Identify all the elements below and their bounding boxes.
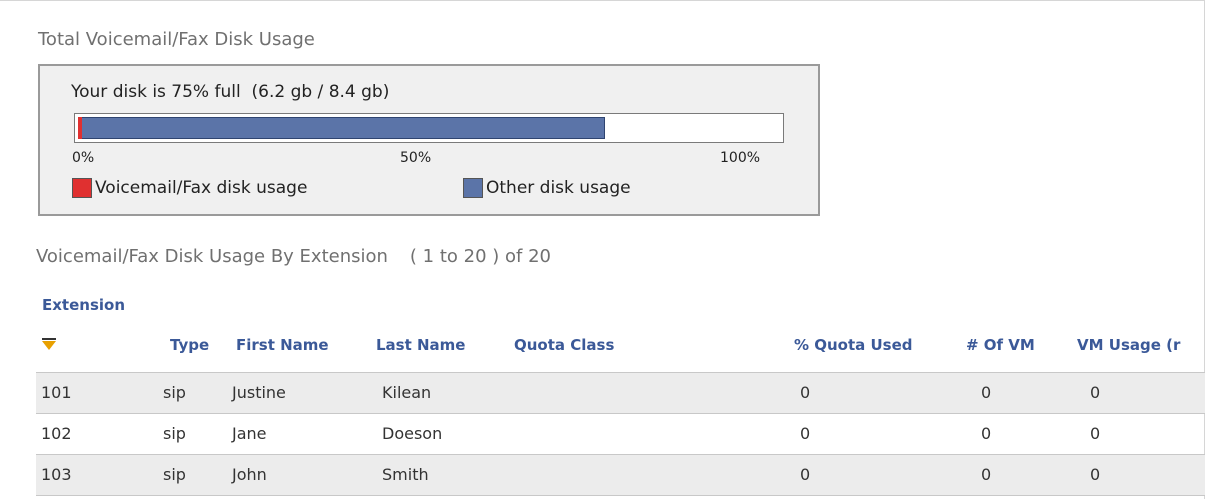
column-header-extension[interactable]: Extension: [42, 296, 125, 314]
cell-vm-usage: 0: [1090, 383, 1101, 402]
cell-first-name: Justine: [232, 383, 286, 402]
cell-last-name: Kilean: [382, 383, 432, 402]
extension-usage-title-text: Voicemail/Fax Disk Usage By Extension: [36, 246, 388, 267]
cell-vm-count: 0: [981, 465, 992, 484]
cell-last-name: Smith: [382, 465, 429, 484]
table-row[interactable]: 101 sip Justine Kilean 0 0 0: [36, 372, 1205, 413]
other-usage-fill: [78, 117, 605, 139]
disk-usage-summary: Your disk is 75% full (6.2 gb / 8.4 gb): [71, 82, 390, 102]
extension-table: 101 sip Justine Kilean 0 0 0 102 sip Jan…: [36, 372, 1205, 496]
cell-last-name: Doeson: [382, 424, 443, 443]
cell-vm-count: 0: [981, 424, 992, 443]
cell-first-name: John: [232, 465, 267, 484]
voicemail-swatch: [72, 178, 92, 198]
column-header-quota-class[interactable]: Quota Class: [514, 336, 614, 354]
cell-quota-used: 0: [800, 424, 811, 443]
legend-voicemail-label: Voicemail/Fax disk usage: [95, 178, 308, 198]
cell-type: sip: [163, 465, 186, 484]
voicemail-usage-fill: [78, 117, 82, 139]
cell-vm-count: 0: [981, 383, 992, 402]
tick-label-50: 50%: [400, 150, 432, 166]
disk-usage-bar: [74, 113, 784, 143]
pagination-range: ( 1 to 20 ) of 20: [409, 246, 551, 267]
table-row[interactable]: 103 sip John Smith 0 0 0: [36, 454, 1205, 496]
cell-vm-usage: 0: [1090, 465, 1101, 484]
disk-usage-panel: Your disk is 75% full (6.2 gb / 8.4 gb) …: [38, 64, 820, 216]
legend-other: Other disk usage: [463, 178, 631, 198]
column-header-type[interactable]: Type: [170, 336, 209, 354]
cell-extension: 103: [41, 465, 72, 484]
cell-first-name: Jane: [232, 424, 267, 443]
cell-quota-used: 0: [800, 465, 811, 484]
disk-usage-title: Total Voicemail/Fax Disk Usage: [38, 29, 315, 50]
tick-label-0: 0%: [72, 150, 95, 166]
column-header-first-name[interactable]: First Name: [236, 336, 329, 354]
other-swatch: [463, 178, 483, 198]
cell-extension: 102: [41, 424, 72, 443]
column-header-vm-usage[interactable]: VM Usage (r: [1077, 336, 1180, 354]
table-row[interactable]: 102 sip Jane Doeson 0 0 0: [36, 413, 1205, 454]
cell-type: sip: [163, 424, 186, 443]
cell-extension: 101: [41, 383, 72, 402]
column-header-quota-used[interactable]: % Quota Used: [794, 336, 913, 354]
tick-label-100: 100%: [720, 150, 761, 166]
cell-vm-usage: 0: [1090, 424, 1101, 443]
column-header-last-name[interactable]: Last Name: [376, 336, 465, 354]
legend-voicemail: Voicemail/Fax disk usage: [72, 178, 307, 198]
column-header-vm-count[interactable]: # Of VM: [966, 336, 1035, 354]
cell-type: sip: [163, 383, 186, 402]
cell-quota-used: 0: [800, 383, 811, 402]
extension-usage-title: Voicemail/Fax Disk Usage By Extension ( 1…: [36, 246, 551, 267]
sort-descending-icon[interactable]: [42, 338, 56, 350]
legend-other-label: Other disk usage: [486, 178, 631, 198]
